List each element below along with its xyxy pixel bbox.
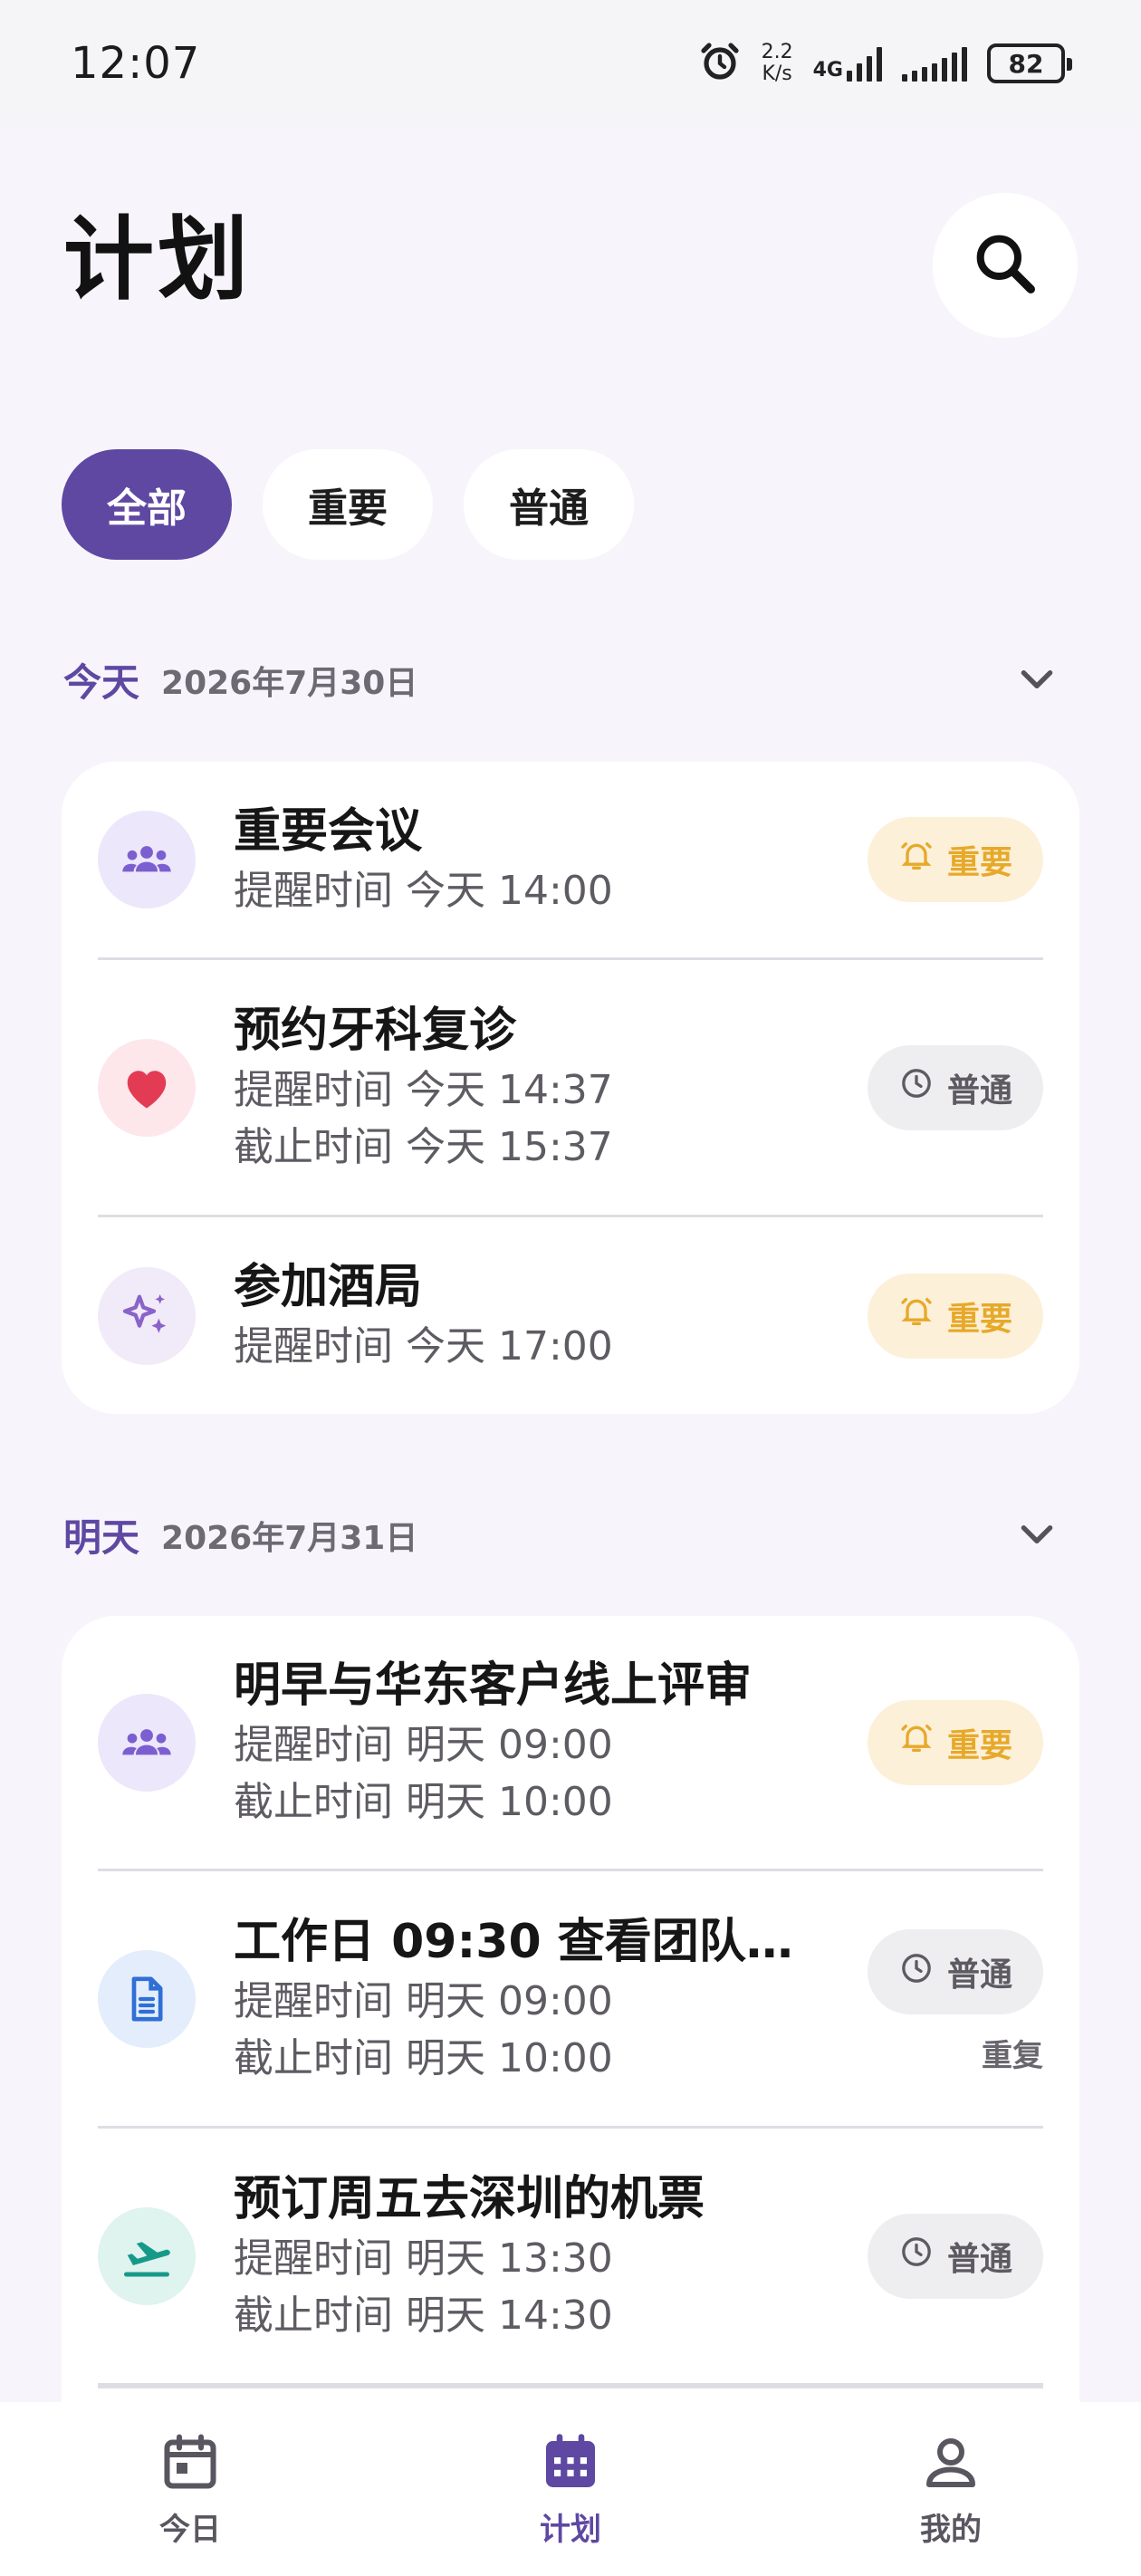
status-bar: 12:07 2.2 K/s 4G 82 [0, 0, 1141, 127]
task-item[interactable]: 参加酒局 提醒时间 今天 17:00 重要 [98, 1217, 1043, 1414]
priority-badge-important[interactable]: 重要 [868, 1699, 1043, 1785]
badge-wrap: 普通 [868, 2213, 1043, 2299]
chevron-down-icon[interactable] [1014, 656, 1060, 705]
bell-icon [898, 1720, 935, 1764]
section-date: 2026年7月30日 [161, 664, 418, 702]
task-title: 重要会议 [234, 803, 423, 859]
section-label: 明天 [63, 1515, 140, 1560]
section-header-today[interactable]: 今天 2026年7月30日 [63, 652, 1060, 707]
person-icon [918, 2430, 983, 2499]
bottom-nav: 今日 计划 我的 [0, 2402, 1141, 2576]
task-item[interactable]: 预订周五去深圳的机票 提醒时间 明天 13:30 截止时间 明天 14:30 普… [98, 2129, 1043, 2386]
calendar-today-icon [158, 2430, 223, 2499]
badge-label: 重要 [946, 1300, 1012, 1338]
search-button[interactable] [933, 193, 1078, 338]
task-item[interactable]: 预约牙科复诊 提醒时间 今天 14:37 截止时间 今天 15:37 普通 [98, 960, 1043, 1217]
task-item[interactable]: 明早与华东客户线上评审 提醒时间 明天 09:00 截止时间 明天 10:00 … [98, 1616, 1043, 1871]
search-icon [969, 227, 1041, 303]
filter-chip-normal[interactable]: 普通 [464, 449, 634, 560]
clock-icon [898, 1065, 935, 1110]
signal-bars-icon [847, 45, 882, 82]
section-label: 今天 [63, 660, 140, 705]
repeat-label: 重复 [982, 2038, 1043, 2074]
sparkle-icon [98, 1266, 196, 1365]
group-icon [98, 1693, 196, 1792]
filter-chip-important[interactable]: 重要 [263, 449, 433, 560]
heart-icon [98, 1038, 196, 1137]
divider [98, 2386, 1043, 2389]
task-title: 预约牙科复诊 [234, 1003, 517, 1058]
badge-label: 普通 [946, 1956, 1012, 1994]
speed-value: 2.2 [761, 41, 793, 63]
alarm-icon [698, 40, 742, 87]
section-header-tomorrow[interactable]: 明天 2026年7月31日 [63, 1507, 1060, 1562]
task-card-today: 重要会议 提醒时间 今天 14:00 重要 预约牙科复诊 提醒时间 今天 14:… [62, 762, 1079, 1414]
task-title: 参加酒局 [234, 1260, 423, 1314]
badge-wrap: 普通 [868, 1044, 1043, 1130]
task-title: 明早与华东客户线上评审 [234, 1658, 753, 1713]
battery-icon: 82 [987, 43, 1072, 83]
clock-icon [898, 1950, 935, 1994]
bell-icon [898, 1293, 935, 1338]
flight-icon [98, 2206, 196, 2305]
priority-badge-normal[interactable]: 普通 [868, 1929, 1043, 2014]
document-icon [98, 1949, 196, 2048]
nav-item-me[interactable]: 我的 [815, 2430, 1087, 2549]
priority-badge-important[interactable]: 重要 [868, 1273, 1043, 1359]
task-card-tomorrow: 明早与华东客户线上评审 提醒时间 明天 09:00 截止时间 明天 10:00 … [62, 1616, 1079, 2431]
bell-icon [898, 838, 935, 882]
badge-label: 重要 [946, 844, 1012, 881]
task-title: 工作日 09:30 查看团队... [234, 1914, 795, 1969]
badge-label: 重要 [946, 1726, 1012, 1764]
status-time: 12:07 [71, 38, 201, 89]
nav-label: 我的 [920, 2511, 982, 2548]
battery-level: 82 [1008, 48, 1044, 79]
priority-badge-normal[interactable]: 普通 [868, 1044, 1043, 1130]
network-speed: 2.2 K/s [762, 42, 793, 85]
section-date: 2026年7月31日 [161, 1519, 418, 1557]
status-icons: 2.2 K/s 4G 82 [698, 40, 1072, 87]
nav-label: 今日 [159, 2511, 221, 2548]
badge-wrap: 重要 [868, 817, 1043, 902]
priority-badge-normal[interactable]: 普通 [868, 2213, 1043, 2299]
badge-label: 普通 [946, 1072, 1012, 1110]
group-icon [98, 811, 196, 908]
signal-4g: 4G [813, 45, 882, 82]
filter-chip-all[interactable]: 全部 [62, 449, 232, 560]
page-title: 计划 [63, 207, 252, 312]
badge-wrap: 重要 [868, 1273, 1043, 1359]
priority-badge-important[interactable]: 重要 [868, 817, 1043, 902]
nav-item-today[interactable]: 今日 [54, 2430, 326, 2549]
network-type: 4G [812, 59, 843, 82]
nav-label: 计划 [540, 2511, 601, 2548]
badge-wrap: 重要 [868, 1699, 1043, 1785]
task-item[interactable]: 工作日 09:30 查看团队... 提醒时间 明天 09:00 截止时间 明天 … [98, 1871, 1043, 2129]
clock-icon [898, 2234, 935, 2278]
chevron-down-icon[interactable] [1014, 1511, 1060, 1560]
signal-bars-2-icon [902, 45, 967, 82]
nav-item-plan[interactable]: 计划 [435, 2430, 706, 2549]
calendar-month-icon [538, 2430, 603, 2499]
speed-unit: K/s [762, 62, 792, 85]
task-item[interactable]: 重要会议 提醒时间 今天 14:00 重要 [98, 762, 1043, 960]
filter-chips: 全部 重要 普通 [62, 449, 634, 560]
badge-label: 普通 [946, 2240, 1012, 2278]
task-title: 预订周五去深圳的机票 [234, 2171, 705, 2226]
badge-wrap: 普通 重复 [868, 1929, 1043, 2075]
